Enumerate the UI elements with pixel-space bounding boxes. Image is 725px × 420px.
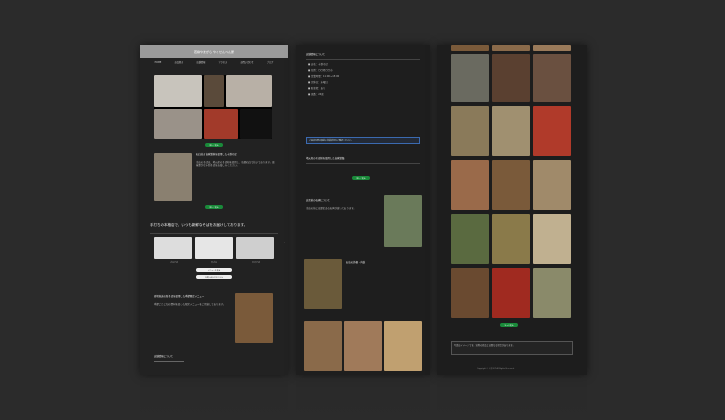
food-photo-3 xyxy=(384,321,422,371)
hero-image xyxy=(154,75,272,139)
section1-body: 当店のそばは、地元産のそば粉を使用し、毎朝石臼で挂いております。風味豊かな十割そ… xyxy=(196,161,275,168)
main-tagline: 手打ちの本格店で、いつも新鮮なそばをお届けしております。 xyxy=(150,223,248,227)
photo-dough xyxy=(204,75,224,107)
hero-more-button[interactable]: 詳しく見る xyxy=(205,143,223,147)
monument-photo xyxy=(384,195,422,247)
reflection xyxy=(437,378,587,418)
divider xyxy=(150,233,278,234)
food-photo-2 xyxy=(344,321,382,371)
gallery-photo xyxy=(492,214,530,264)
footer-copyright: Copyright © 十割そば All Rights Reserved. xyxy=(477,368,515,370)
gallery-photo xyxy=(492,268,530,318)
reflection xyxy=(140,378,288,418)
nav-item[interactable]: お品書き xyxy=(175,60,184,64)
menu-caption-2: 天ざる xyxy=(211,262,218,264)
shop-title: お店の外観・内装 xyxy=(346,261,366,264)
gallery-photo xyxy=(451,268,489,318)
info-line: ■ 定休日：水曜日 xyxy=(308,81,328,84)
menu-caption-1: ざるそば xyxy=(170,262,179,264)
gallery-photo xyxy=(451,214,489,264)
divider xyxy=(154,361,184,362)
page-preview-3: もっと見る 写真はイメージです。実際の商品とは異なる場合があります。 Copyr… xyxy=(437,45,587,375)
gallery-photo xyxy=(451,160,489,210)
nav-item[interactable]: ブログ xyxy=(267,60,274,64)
section1-more-button[interactable]: 詳しく見る xyxy=(205,205,223,209)
nav-item[interactable]: 店舗情報 xyxy=(197,60,206,64)
gallery-photo xyxy=(492,160,530,210)
photo-flour xyxy=(226,75,272,107)
gallery-photo xyxy=(451,45,489,51)
info-line: ■ 住所：〇〇県〇〇市 xyxy=(308,69,333,72)
monument-body: 当店の前には歴史ある石碑が建っております。 xyxy=(306,207,356,210)
divider xyxy=(306,163,420,164)
menu-photo-2 xyxy=(195,237,233,259)
photo-dark xyxy=(240,109,272,139)
section-title: 地元産のそば粉を使用した自家製麺 xyxy=(306,157,345,160)
monument-title: 店舎前の石碑について xyxy=(306,199,330,202)
menu-button[interactable]: メニューを見る xyxy=(196,268,232,272)
gallery-photo xyxy=(533,54,571,102)
site-header: 若柳やまがら やくせんべん屋 xyxy=(140,45,288,58)
section2-body: 季節ごとに旬の食材を使った限定メニューをご用意しております。 xyxy=(154,303,226,306)
divider xyxy=(306,59,420,60)
soba-photo xyxy=(154,153,192,201)
gallery-more-button[interactable]: もっと見る xyxy=(500,323,518,327)
photo-hands xyxy=(154,75,202,107)
gallery-photo xyxy=(492,106,530,156)
gallery-photo xyxy=(533,268,571,318)
reflection xyxy=(296,378,430,418)
page-preview-2: 店舗情報について ■ 店名：十割そば ■ 住所：〇〇県〇〇市 ■ 営業時間：11… xyxy=(296,45,430,375)
menu-photo-1 xyxy=(154,237,192,259)
gallery-photo xyxy=(492,45,530,51)
seasonal-photo xyxy=(235,293,273,343)
separator-dots: · xyxy=(284,240,286,245)
section1-title: 石臼挂き自家製粉を使用した十割そば xyxy=(196,153,237,156)
gallery-photo xyxy=(533,160,571,210)
gallery-photo xyxy=(451,106,489,156)
notice-box: ご来店の際は事前に営業状況をご確認ください。 xyxy=(306,137,420,144)
nav-item[interactable]: HOME xyxy=(155,61,162,64)
food-photo-1 xyxy=(304,321,342,371)
menu-photo-3 xyxy=(236,237,274,259)
nav-item[interactable]: アクセス xyxy=(219,60,228,64)
site-title: 若柳やまがら やくせんべん屋 xyxy=(194,49,234,54)
bottom-title: 店舗情報について xyxy=(154,355,174,358)
info-title: 店舗情報について xyxy=(306,53,326,56)
gallery-photo xyxy=(451,54,489,102)
menu-caption-3: かけそば xyxy=(252,262,261,264)
stone-photo xyxy=(304,259,342,309)
notice-text: ご来店の際は事前に営業状況をご確認ください。 xyxy=(309,140,354,142)
gallery-photo xyxy=(533,45,571,51)
info-line: ■ 席数：24席 xyxy=(308,93,324,96)
page-preview-1: 若柳やまがら やくせんべん屋 HOME お品書き 店舗情報 アクセス お問い合わ… xyxy=(140,45,288,375)
gallery-photo xyxy=(492,54,530,102)
note-text: 写真はイメージです。実際の商品とは異なる場合があります。 xyxy=(454,344,515,347)
gallery-photo xyxy=(533,214,571,264)
photo-knead xyxy=(154,109,202,139)
gallery-photo xyxy=(533,106,571,156)
nav-bar: HOME お品書き 店舗情報 アクセス お問い合わせ ブログ xyxy=(140,58,288,66)
note-box: 写真はイメージです。実際の商品とは異なる場合があります。 xyxy=(451,341,573,355)
nav-item[interactable]: お問い合わせ xyxy=(240,60,253,64)
section2-title: 産地直送の新そばを使用した季節限定メニュー xyxy=(154,295,205,298)
info-line: ■ 駐車場：あり xyxy=(308,87,326,90)
section-more-button[interactable]: 詳しく見る xyxy=(352,176,370,180)
info-line: ■ 店名：十割そば xyxy=(308,63,328,66)
photo-bowl xyxy=(204,109,238,139)
info-line: ■ 営業時間：11:00〜15:00 xyxy=(308,75,340,78)
contact-button[interactable]: お問い合わせはこちら xyxy=(196,275,232,279)
